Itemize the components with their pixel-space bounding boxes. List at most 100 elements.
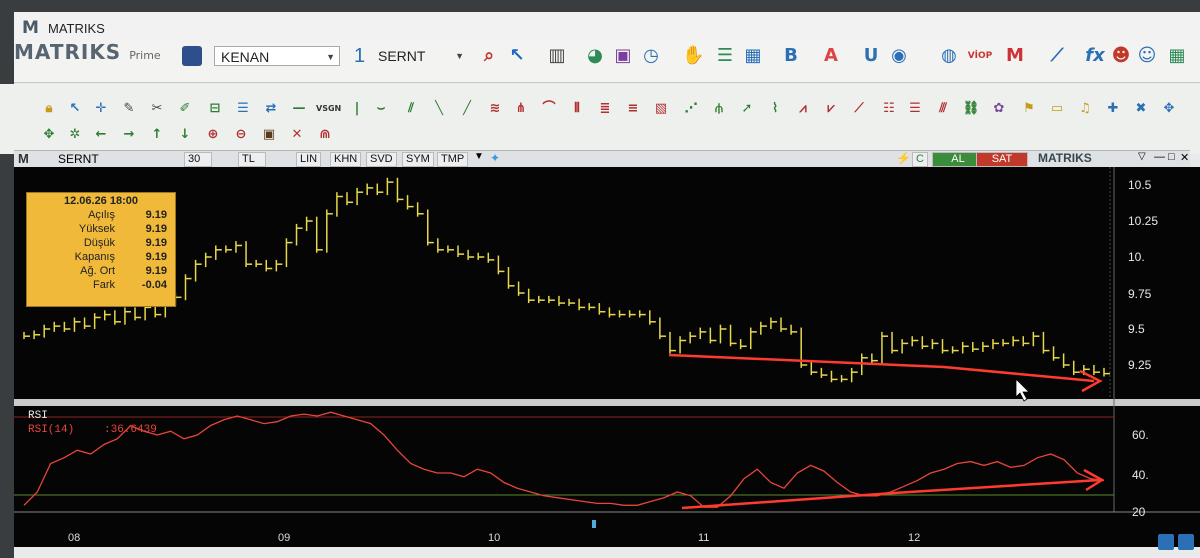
user-combo[interactable]: KENAN ▼ [214,46,340,66]
fib-time-icon[interactable]: ⦀ [568,100,586,118]
chart-area[interactable] [14,167,1200,547]
cross-lines-icon[interactable]: ✕ [288,126,306,144]
sym-button[interactable]: SYM [402,152,434,167]
search-icon[interactable]: ⌕ [478,45,500,67]
hatch-icon[interactable]: ⫻ [934,100,952,118]
pitchfork-icon[interactable]: ⫛ [710,100,728,118]
vsgn-icon[interactable]: VSGN [316,100,341,118]
pane-separator[interactable] [14,399,1200,406]
lock-icon[interactable]: 🔒︎ [40,100,58,118]
grid-icon[interactable]: ▦ [1166,45,1188,67]
edit-icon[interactable]: ✎ [120,100,138,118]
arrow-upleft-icon[interactable]: ↖ [66,100,84,118]
link-icon[interactable]: ⛓︎ [962,100,980,118]
fib-arc-icon[interactable]: ⌒ [540,100,558,118]
table-icon[interactable]: ▦ [742,45,764,67]
line-chart-icon[interactable]: ⟋ [1046,45,1068,67]
pencil-icon[interactable]: ✐ [176,100,194,118]
world-icon[interactable]: ◍ [938,45,960,67]
tmp-button[interactable]: TMP [437,152,469,167]
price-tick: 9.75 [1128,287,1152,301]
chart-symbol[interactable]: SERNT [58,152,99,166]
arrow-down-icon[interactable]: ↓ [176,126,194,144]
arc-icon[interactable]: ⋒ [316,126,334,144]
parallel-icon[interactable]: ⫽ [402,100,420,118]
matriks-m-icon[interactable]: M [1004,45,1026,67]
cross-tool-icon[interactable]: ✛ [92,100,110,118]
swap-icon[interactable]: ⇄ [262,100,280,118]
levels2-icon[interactable]: ☰ [906,100,924,118]
gear-icon[interactable]: ✲ [66,126,84,144]
currency-button[interactable]: TL [238,152,266,167]
arrow-up-icon[interactable]: ↑ [148,126,166,144]
sell-button[interactable]: SAT [976,152,1028,167]
fib-extension-icon[interactable]: ≡ [624,100,642,118]
cursor-icon[interactable]: ↖ [506,45,528,67]
zoom-out-icon[interactable]: ⊖ [232,126,250,144]
align-icon[interactable]: ☰ [234,100,252,118]
shrink-icon[interactable]: ✖ [1132,100,1150,118]
period-button[interactable]: 30 [184,152,212,167]
handshake-icon[interactable]: ✋ [682,45,704,67]
comment-icon[interactable]: ▭ [1048,100,1066,118]
expand-icon[interactable]: ✚ [1104,100,1122,118]
underline-icon[interactable]: U [860,45,882,67]
list-icon[interactable]: ☰ [714,45,736,67]
settings-corner-icon[interactable] [1158,534,1174,550]
bell-icon[interactable]: ♫ [1076,100,1094,118]
function-icon[interactable]: fx [1084,45,1106,67]
zoom-in-icon[interactable]: ⊕ [204,126,222,144]
lin-button[interactable]: LIN [296,152,322,167]
vline-icon[interactable]: | [348,100,366,118]
cycle-icon[interactable]: ⌇ [766,100,784,118]
monitor-icon[interactable]: ▣ [612,45,634,67]
pie-chart-icon[interactable]: ◕ [584,45,606,67]
chart-svg[interactable] [14,167,1200,547]
picture-icon[interactable]: ▣ [260,126,278,144]
bold-icon[interactable]: B [780,45,802,67]
paint-icon[interactable]: ✿ [990,100,1008,118]
symbol-combo[interactable]: SERNT ▼ [372,46,468,66]
user-icon[interactable]: ☻ [1110,45,1132,67]
trend-icon[interactable]: ╱ [458,100,476,118]
refresh-corner-icon[interactable] [1178,534,1194,550]
font-icon[interactable]: A [820,45,842,67]
twitter-icon[interactable]: ✦ [490,151,500,165]
clock-icon[interactable]: ◷ [640,45,662,67]
tools-icon[interactable]: ✂ [148,100,166,118]
lightning-icon[interactable]: ⚡ [896,151,911,165]
close-icon[interactable]: ✕ [1180,151,1189,164]
arrow-left-icon[interactable]: ← [92,126,110,144]
fit-icon[interactable]: ✥ [1160,100,1178,118]
regression-icon[interactable]: ⟋ [850,100,868,118]
minimize-icon[interactable]: — [1154,151,1165,163]
arrow-right-icon[interactable]: → [120,126,138,144]
move-icon[interactable]: ✥ [40,126,58,144]
dropdown-arrow-icon[interactable]: ▼ [474,151,484,162]
channel-icon[interactable]: ⌣ [372,100,390,118]
globe-icon[interactable]: ◉ [888,45,910,67]
gann-fan-icon[interactable]: ⋰ [682,100,700,118]
hline-icon[interactable]: — [290,100,308,118]
gann-icon[interactable]: ▧ [652,100,670,118]
scroll-marker[interactable] [592,520,596,528]
fib-icon[interactable]: ≋ [486,100,504,118]
chevron-down-icon[interactable]: ▽ [1138,151,1146,162]
khn-button[interactable]: KHN [330,152,362,167]
ruler-icon[interactable]: ⊟ [206,100,224,118]
save-icon[interactable] [182,46,202,66]
users-icon[interactable]: ☺ [1136,45,1158,67]
maximize-icon[interactable]: □ [1168,151,1175,163]
c-button[interactable]: C [912,152,928,167]
fib-fan-icon[interactable]: ⋔ [512,100,530,118]
speed-icon[interactable]: ⩗ [822,100,840,118]
fib-retrace-icon[interactable]: ≣ [596,100,614,118]
elliott-icon[interactable]: ⩘ [794,100,812,118]
levels-icon[interactable]: ☷ [880,100,898,118]
diagonal-icon[interactable]: ╲ [430,100,448,118]
flag-icon[interactable]: ⚑ [1020,100,1038,118]
viop-icon[interactable]: VİOP [966,45,994,67]
bar-chart-icon[interactable]: ▥ [546,45,568,67]
arrow-tool-icon[interactable]: ➚ [738,100,756,118]
svd-button[interactable]: SVD [366,152,397,167]
